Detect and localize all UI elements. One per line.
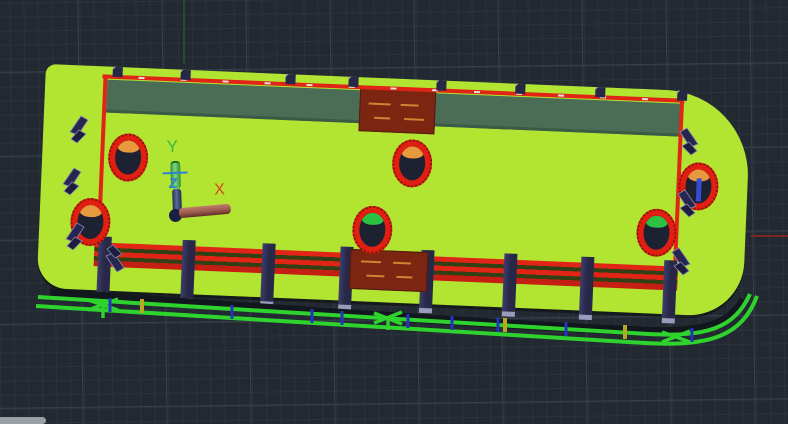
hatch-streak xyxy=(396,275,413,279)
top-post[interactable] xyxy=(112,66,123,78)
hatch-panel-top[interactable] xyxy=(358,87,437,135)
hatch-streak xyxy=(368,102,391,106)
hole-pipe xyxy=(696,178,703,202)
top-post[interactable] xyxy=(436,80,447,91)
ucs-icon[interactable]: Y Z X xyxy=(150,136,253,234)
hatch-streak xyxy=(373,116,391,120)
hscrollbar-thumb[interactable] xyxy=(0,417,46,424)
hole-interior xyxy=(684,168,713,204)
viewport-canvas[interactable]: Y Z X xyxy=(0,0,788,424)
hatch-streak xyxy=(403,118,425,121)
hatch-streak xyxy=(360,260,382,264)
top-post[interactable] xyxy=(677,90,688,101)
bottom-post[interactable] xyxy=(501,253,518,317)
bottom-post[interactable] xyxy=(661,260,678,324)
y-axis-line xyxy=(183,0,185,64)
hatch-panel-gate[interactable] xyxy=(348,248,429,293)
hole-interior xyxy=(398,145,426,181)
hole-sliver-green xyxy=(645,215,669,229)
top-post[interactable] xyxy=(595,87,606,98)
hatch-streak xyxy=(392,261,412,265)
hole-sliver-orange xyxy=(79,204,103,218)
hole-interior xyxy=(114,139,142,176)
hole-sliver-orange xyxy=(401,145,424,160)
hatch-streak xyxy=(366,274,385,278)
x-axis-line xyxy=(751,235,788,237)
bottom-post[interactable] xyxy=(260,243,276,307)
top-post[interactable] xyxy=(285,74,296,85)
ucs-y-axis-label: Y xyxy=(166,136,179,157)
hole-interior xyxy=(642,215,671,251)
top-post[interactable] xyxy=(515,83,526,95)
ucs-x-axis-label: X xyxy=(213,181,226,199)
top-post[interactable] xyxy=(180,69,191,81)
hole-interior xyxy=(358,212,387,248)
hole-sliver-green xyxy=(361,212,384,226)
bottom-post[interactable] xyxy=(180,239,196,304)
bottom-post[interactable] xyxy=(578,256,595,321)
hatch-streak xyxy=(400,103,419,107)
hole-sliver-orange xyxy=(117,140,140,154)
top-post[interactable] xyxy=(348,76,359,88)
bottom-post[interactable] xyxy=(96,236,112,300)
deck-assembly xyxy=(36,64,752,324)
ucs-x-axis-arm xyxy=(178,203,232,219)
hole-interior xyxy=(76,204,105,240)
